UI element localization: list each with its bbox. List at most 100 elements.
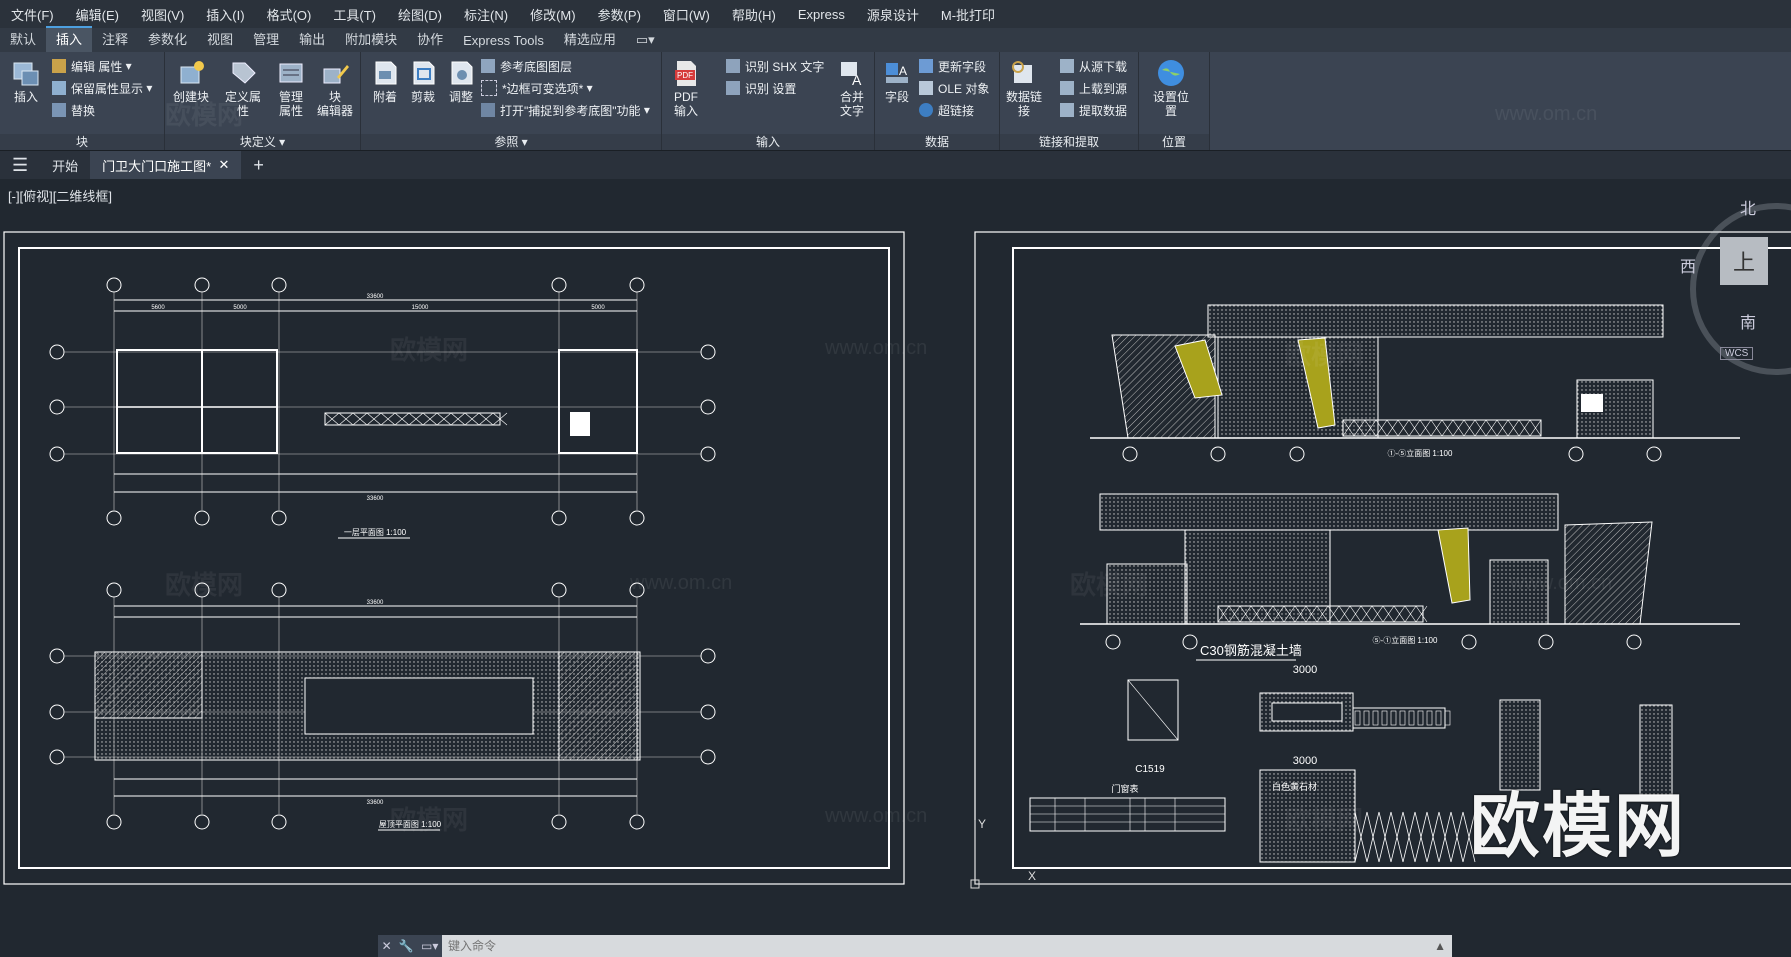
create-block-button[interactable]: 创建块	[169, 58, 213, 104]
replace-button[interactable]: 替换	[52, 100, 95, 120]
ribbon-tab[interactable]: 视图	[197, 26, 243, 52]
define-attr-label: 定义属性	[224, 90, 261, 118]
axis-bubble	[700, 648, 716, 664]
upload-source-label: 上载到源	[1079, 81, 1128, 96]
download-source-button[interactable]: 从源下载	[1060, 56, 1127, 76]
frame-var-dropdown[interactable]: *边框可变选项* ▾	[481, 78, 593, 98]
edit-attr-button[interactable]: 编辑 属性 ▾	[52, 56, 132, 76]
viewcube-top-face[interactable]: 上	[1720, 237, 1768, 285]
menu-item[interactable]: 源泉设计	[856, 5, 930, 24]
axis-bubble	[700, 344, 716, 360]
new-tab-button[interactable]: +	[241, 151, 276, 179]
ribbon-more-icon[interactable]: ▭▾	[626, 29, 665, 52]
close-icon[interactable]: ✕	[382, 939, 392, 953]
ribbon-tab[interactable]: 附加模块	[335, 26, 407, 52]
ribbon-tab[interactable]: Express Tools	[453, 30, 554, 52]
globe-icon	[1158, 60, 1184, 86]
menu-item[interactable]: 视图(V)	[130, 5, 195, 24]
ribbon-tab[interactable]: 管理	[243, 26, 289, 52]
block-editor-button[interactable]: 块 编辑器	[313, 58, 357, 118]
panel-location-title: 位置	[1139, 134, 1209, 150]
menu-item[interactable]: 格式(O)	[256, 5, 323, 24]
menu-item[interactable]: 窗口(W)	[652, 5, 721, 24]
insert-button[interactable]: 插入	[4, 58, 48, 104]
start-tab[interactable]: 开始	[40, 151, 90, 179]
guard-room	[1106, 563, 1188, 625]
menu-item[interactable]: 编辑(E)	[65, 5, 130, 24]
elevation-5-1: ⑤-①立面图 1:100	[1080, 493, 1740, 650]
dimension-text: 33600	[367, 800, 384, 806]
canopy	[1207, 304, 1664, 338]
update-field-button[interactable]: 更新字段	[919, 56, 986, 76]
axis-bubble	[49, 648, 65, 664]
command-input[interactable]	[442, 935, 1429, 957]
axis-bubble	[1626, 634, 1642, 650]
panel-block: 插入 编辑 属性 ▾ 保留属性显示 ▾ 替换 块	[0, 52, 165, 150]
manage-attr-button[interactable]: 管理 属性	[269, 58, 313, 118]
axis-bubble	[271, 277, 287, 293]
fence-bar	[1354, 710, 1361, 726]
keep-attr-button[interactable]: 保留属性显示 ▾	[52, 78, 152, 98]
panel-blockdef: 创建块 定义属性 管理 属性 块 编辑器 块定义 ▾	[165, 52, 361, 150]
panel-blockdef-title[interactable]: 块定义 ▾	[165, 134, 360, 150]
ribbon-tab[interactable]: 参数化	[138, 26, 197, 52]
menu-item[interactable]: M-批打印	[930, 5, 1006, 24]
download-icon	[1060, 59, 1074, 73]
close-tab-icon[interactable]: ✕	[218, 157, 229, 173]
ribbon-tab[interactable]: 注释	[92, 26, 138, 52]
hamburger-menu-icon[interactable]: ☰	[0, 151, 40, 179]
panel-import-title: 输入	[662, 134, 874, 150]
menu-item[interactable]: 帮助(H)	[721, 5, 787, 24]
shx-icon	[726, 59, 740, 73]
document-tabs: ☰ 开始 门卫大门口施工图* ✕ +	[0, 151, 1791, 179]
viewcube[interactable]: 北 西 上 南 WCS	[1680, 195, 1791, 375]
merge-text-button[interactable]: A 合并 文字	[830, 58, 874, 118]
underlay-layers-button[interactable]: 参考底图图层	[481, 56, 572, 76]
menu-item[interactable]: 文件(F)	[0, 5, 65, 24]
download-source-label: 从源下载	[1079, 59, 1128, 74]
menu-item[interactable]: 标注(N)	[453, 5, 519, 24]
set-location-button[interactable]: 设置位置	[1149, 58, 1193, 118]
menu-item[interactable]: 绘图(D)	[387, 5, 453, 24]
hyperlink-button[interactable]: 超链接	[919, 100, 974, 120]
menu-item[interactable]: 修改(M)	[519, 5, 587, 24]
large-watermark: 欧模网	[1470, 787, 1686, 865]
field-button[interactable]: A 字段	[875, 58, 919, 104]
ole-button[interactable]: OLE 对象	[919, 78, 989, 98]
wcs-dropdown[interactable]: WCS	[1720, 347, 1754, 360]
adjust-icon	[451, 61, 473, 85]
frame-var-label: *边框可变选项*	[502, 81, 584, 96]
define-attr-button[interactable]: 定义属性	[221, 58, 265, 118]
snap-underlay-button[interactable]: 打开"捕捉到参考底图"功能 ▾	[481, 100, 650, 120]
set-location-label: 设置位置	[1152, 90, 1189, 118]
wrench-icon[interactable]: 🔧	[399, 939, 414, 953]
command-line[interactable]: ✕ 🔧 ▭▾ ▲	[378, 935, 1452, 957]
recognize-settings-button[interactable]: 识别 设置	[726, 78, 796, 98]
wall-section	[1271, 702, 1343, 722]
tag-icon	[232, 62, 256, 84]
ribbon-tab[interactable]: 精选应用	[554, 26, 626, 52]
scroll-up-icon[interactable]: ▲	[1428, 939, 1452, 953]
upload-source-button[interactable]: 上载到源	[1060, 78, 1127, 98]
panel-reference-title[interactable]: 参照 ▾	[361, 134, 661, 150]
command-prompt-icon[interactable]: ▭▾	[421, 939, 438, 953]
adjust-button[interactable]: 调整	[439, 58, 483, 104]
menu-item[interactable]: 插入(I)	[195, 5, 255, 24]
ribbon-tab[interactable]: 插入	[46, 26, 93, 52]
drawing-tab[interactable]: 门卫大门口施工图* ✕	[90, 151, 242, 179]
menu-item[interactable]: 工具(T)	[322, 5, 387, 24]
dimension-text: 15000	[412, 305, 429, 311]
recognize-shx-button[interactable]: 识别 SHX 文字	[726, 56, 824, 76]
pdf-import-button[interactable]: PDF PDF 输入	[664, 58, 708, 118]
ribbon-tab[interactable]: 协作	[407, 26, 453, 52]
menu-item[interactable]: Express	[787, 7, 856, 22]
axis-bubble	[49, 749, 65, 765]
ribbon-tab[interactable]: 输出	[289, 26, 335, 52]
data-link-button[interactable]: 数据链接	[1002, 58, 1046, 118]
menu-item[interactable]: 参数(P)	[587, 5, 652, 24]
axis-bubble	[700, 399, 716, 415]
dimension-text: 33600	[367, 600, 384, 606]
extract-data-button[interactable]: 提取数据	[1060, 100, 1127, 120]
axis-bubble	[1105, 634, 1121, 650]
ribbon-tab[interactable]: 默认	[0, 26, 46, 52]
